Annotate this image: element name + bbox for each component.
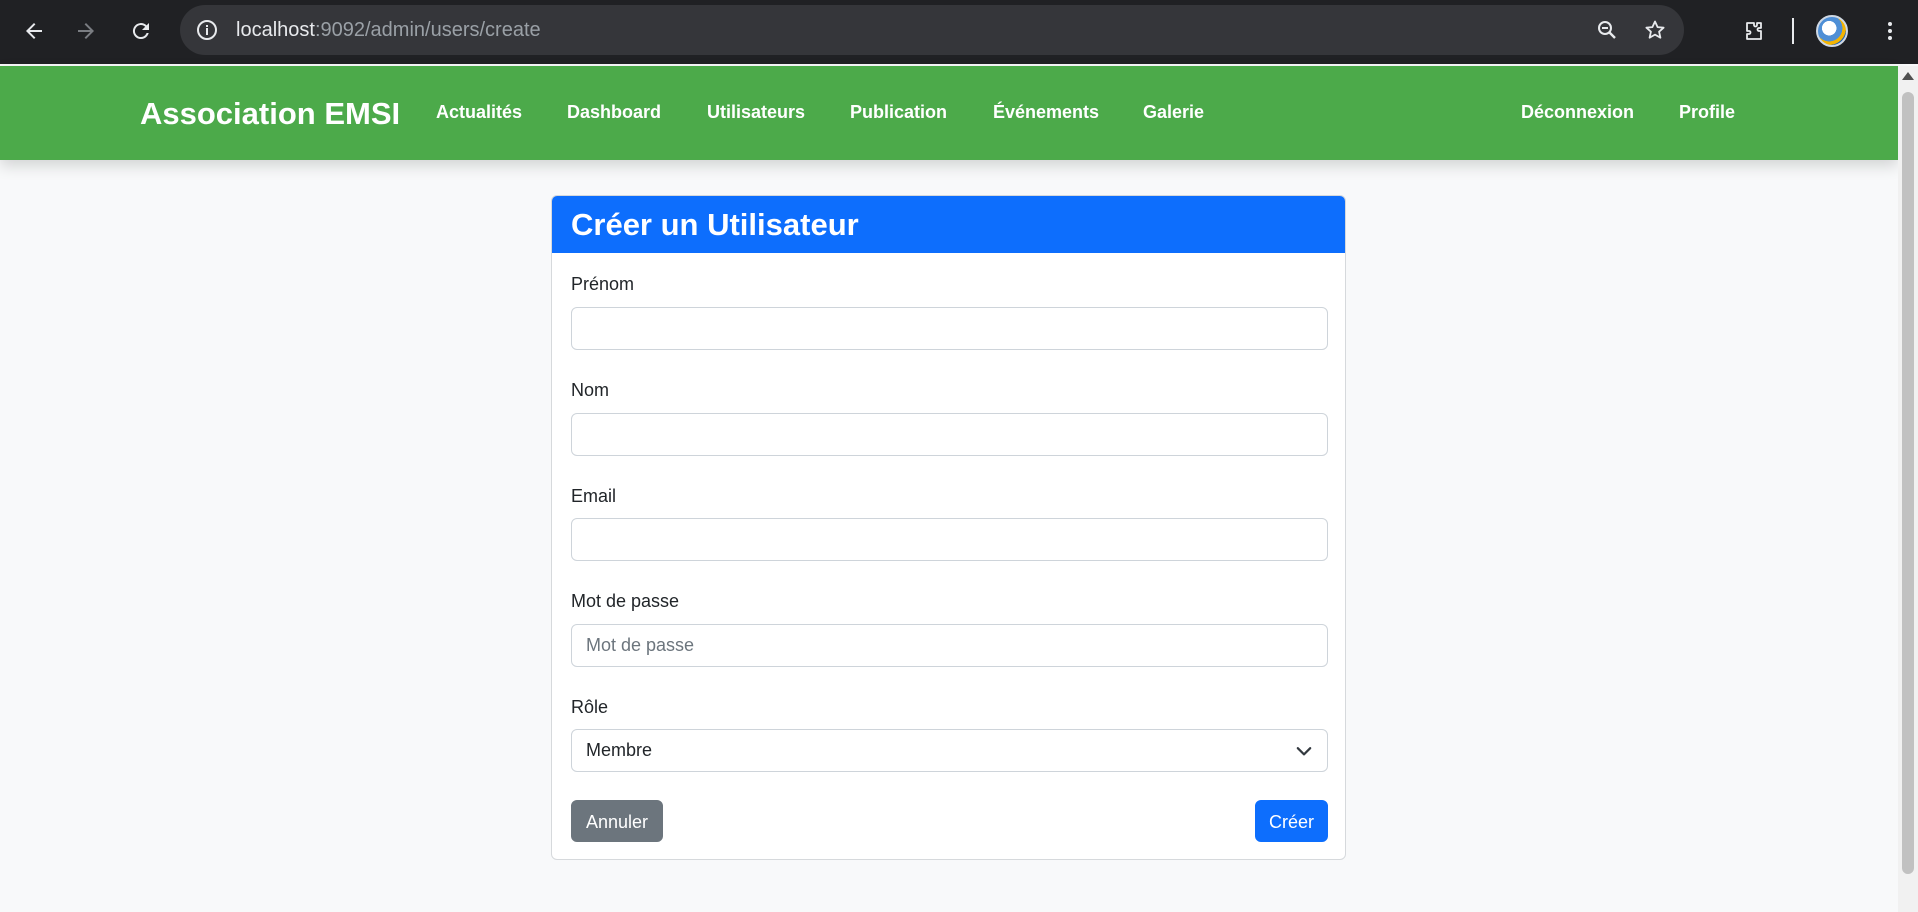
- more-menu-icon[interactable]: [1870, 11, 1910, 51]
- role-select[interactable]: Membre: [571, 729, 1328, 772]
- url-path: :9092/admin/users/create: [314, 19, 541, 41]
- toolbar-divider: [1792, 18, 1794, 44]
- browser-toolbar: localhost:9092/admin/users/create: [0, 0, 1918, 64]
- zoom-icon[interactable]: [1590, 13, 1624, 47]
- scroll-up-arrow-icon[interactable]: [1902, 72, 1914, 80]
- forward-icon[interactable]: [66, 11, 106, 51]
- email-label: Email: [571, 486, 617, 506]
- nav-link-profile[interactable]: Profile: [1679, 102, 1735, 123]
- role-select-value: Membre: [586, 740, 653, 760]
- reload-icon[interactable]: [121, 11, 161, 51]
- nav-link-utilisateurs[interactable]: Utilisateurs: [707, 102, 805, 123]
- extensions-puzzle-icon[interactable]: [1734, 11, 1774, 51]
- brand-logo[interactable]: Association EMSI: [140, 96, 400, 132]
- url-text[interactable]: localhost:9092/admin/users/create: [236, 5, 541, 55]
- role-label: Rôle: [571, 697, 609, 717]
- nav-link-actualites[interactable]: Actualités: [436, 102, 522, 123]
- nav-link-deconnexion[interactable]: Déconnexion: [1521, 102, 1634, 123]
- create-button[interactable]: Créer: [1255, 800, 1328, 842]
- card-title: Créer un Utilisateur: [552, 196, 1345, 253]
- nav-link-publication[interactable]: Publication: [850, 102, 947, 123]
- password-label: Mot de passe: [571, 591, 680, 611]
- chevron-down-icon: [1295, 742, 1313, 765]
- back-icon[interactable]: [14, 11, 54, 51]
- nav-link-evenements[interactable]: Événements: [993, 102, 1099, 123]
- url-host: localhost: [236, 19, 315, 41]
- scrollbar-thumb[interactable]: [1902, 92, 1914, 874]
- profile-avatar[interactable]: [1816, 15, 1848, 47]
- page-scrollbar[interactable]: [1898, 66, 1918, 912]
- password-input[interactable]: [571, 624, 1328, 667]
- nav-link-dashboard[interactable]: Dashboard: [567, 102, 661, 123]
- nav-link-galerie[interactable]: Galerie: [1143, 102, 1204, 123]
- last-name-label: Nom: [571, 380, 610, 400]
- main-navbar: Association EMSI Actualités Dashboard Ut…: [0, 66, 1898, 160]
- bookmark-star-icon[interactable]: [1638, 13, 1672, 47]
- last-name-input[interactable]: [571, 413, 1328, 456]
- site-info-icon[interactable]: [190, 13, 224, 47]
- first-name-label: Prénom: [571, 274, 635, 294]
- cancel-button[interactable]: Annuler: [571, 800, 663, 842]
- create-user-card: Créer un Utilisateur Prénom Nom Email Mo…: [551, 195, 1346, 860]
- email-input[interactable]: [571, 518, 1328, 561]
- first-name-input[interactable]: [571, 307, 1328, 350]
- address-bar[interactable]: localhost:9092/admin/users/create: [180, 5, 1684, 55]
